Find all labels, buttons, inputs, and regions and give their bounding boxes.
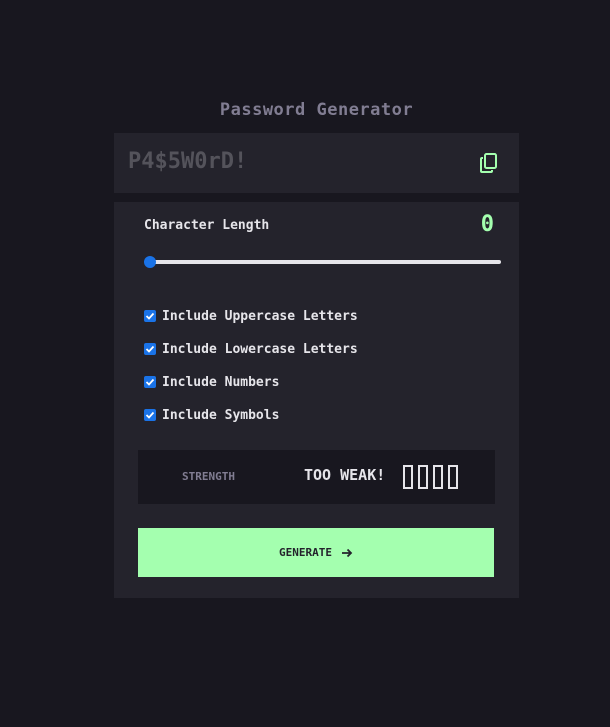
option-symbols[interactable]: Include Symbols — [144, 406, 279, 424]
lowercase-label: Include Lowercase Letters — [162, 341, 358, 357]
arrow-right-icon — [341, 548, 353, 557]
password-output: P4$5W0rD! — [114, 133, 519, 193]
strength-bar — [448, 465, 458, 489]
option-uppercase[interactable]: Include Uppercase Letters — [144, 307, 358, 325]
symbols-label: Include Symbols — [162, 407, 280, 423]
uppercase-label: Include Uppercase Letters — [162, 308, 358, 324]
strength-bar — [403, 465, 413, 489]
character-length-value: 0 — [480, 212, 494, 237]
copy-icon — [480, 153, 497, 173]
length-slider[interactable] — [148, 260, 501, 264]
lowercase-checkbox[interactable] — [144, 343, 156, 355]
strength-label: STRENGTH — [182, 470, 235, 483]
checkmark-icon — [145, 378, 155, 386]
generate-button[interactable]: GENERATE — [138, 528, 494, 577]
strength-bar — [433, 465, 443, 489]
strength-bars — [403, 465, 458, 489]
checkmark-icon — [145, 411, 155, 419]
copy-button[interactable] — [480, 153, 500, 173]
strength-value: TOO WEAK! — [304, 466, 386, 484]
symbols-checkbox[interactable] — [144, 409, 156, 421]
uppercase-checkbox[interactable] — [144, 310, 156, 322]
option-numbers[interactable]: Include Numbers — [144, 373, 279, 391]
numbers-checkbox[interactable] — [144, 376, 156, 388]
length-slider-thumb[interactable] — [144, 256, 156, 268]
character-length-label: Character Length — [144, 218, 270, 233]
numbers-label: Include Numbers — [162, 374, 280, 390]
password-text: P4$5W0rD! — [128, 149, 248, 174]
options-panel: Character Length 0 Include Uppercase Let… — [114, 202, 519, 598]
strength-meter: STRENGTH TOO WEAK! — [138, 450, 495, 504]
page-title: Password Generator — [219, 100, 414, 120]
checkmark-icon — [145, 345, 155, 353]
checkmark-icon — [145, 312, 155, 320]
generate-label: GENERATE — [279, 546, 332, 559]
option-lowercase[interactable]: Include Lowercase Letters — [144, 340, 358, 358]
strength-bar — [418, 465, 428, 489]
